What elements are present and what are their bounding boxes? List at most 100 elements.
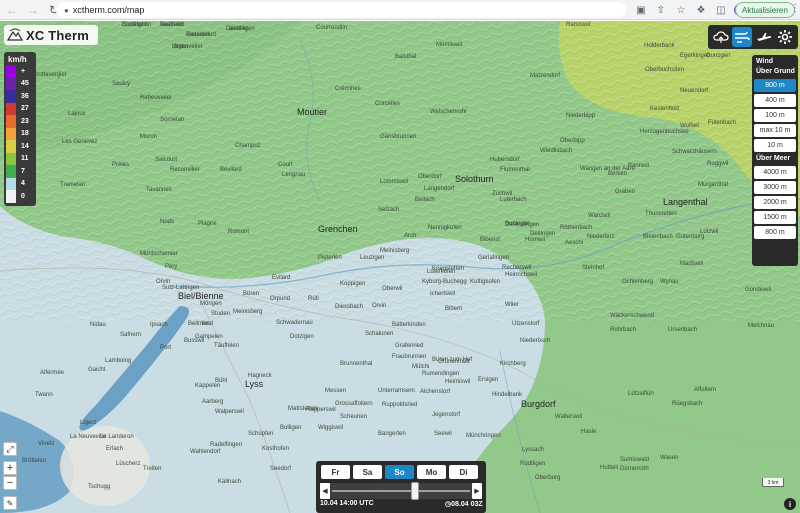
share-icon[interactable]: ⇧ bbox=[654, 3, 668, 17]
place-label: Tramelan bbox=[60, 182, 86, 188]
airplane-icon[interactable] bbox=[754, 27, 774, 47]
browser-actions: ▣ ⇧ ☆ ❖ ◫ A bbox=[634, 3, 746, 17]
place-label: Saulcy bbox=[112, 81, 131, 87]
city-label: Langenthal bbox=[663, 197, 708, 207]
place-label: Pieterlen bbox=[318, 255, 342, 261]
place-label: Roggwil bbox=[707, 161, 729, 167]
place-label: Twann bbox=[35, 392, 53, 398]
city-label: Lyss bbox=[245, 379, 264, 389]
agl-level-button[interactable]: max 10 m bbox=[754, 124, 796, 137]
amsl-level-button[interactable]: 800 m bbox=[754, 226, 796, 239]
browser-menu-icon[interactable]: ⋮ bbox=[790, 3, 800, 14]
place-label: Rüegsbach bbox=[672, 401, 703, 407]
place-label: Ligerz bbox=[80, 420, 97, 426]
place-label: Lüsslingen bbox=[226, 26, 255, 32]
timeline-place-label: Zollikofen bbox=[372, 482, 407, 491]
legend-label: 11 bbox=[21, 155, 29, 163]
address-bar[interactable]: ● xctherm.com/map bbox=[56, 2, 626, 18]
place-label: Huttwil bbox=[600, 465, 619, 471]
extensions-icon[interactable]: ❖ bbox=[694, 3, 708, 17]
place-label: Langendorf bbox=[424, 186, 455, 192]
place-label: Bibern bbox=[445, 306, 463, 312]
place-label: Mattstetten bbox=[288, 406, 318, 412]
place-label: Niederönz bbox=[587, 234, 615, 240]
site-info-icon[interactable]: ● bbox=[64, 6, 69, 15]
place-label: Unterramsern bbox=[378, 388, 415, 394]
install-app-icon[interactable]: ▣ bbox=[634, 3, 648, 17]
day-tab-di[interactable]: Di bbox=[449, 465, 478, 479]
city-label: Moutier bbox=[297, 107, 328, 117]
place-label: Studen bbox=[211, 311, 231, 317]
place-label: Aarberg bbox=[202, 399, 224, 405]
amsl-level-button[interactable]: 2000 m bbox=[754, 196, 796, 209]
wind-icon[interactable] bbox=[732, 27, 753, 47]
place-label: Berken bbox=[608, 171, 628, 177]
place-label: Dotzigen bbox=[290, 334, 314, 340]
wind-map[interactable]: Moutier Solothurn Grenchen Langenthal Bi… bbox=[0, 21, 800, 513]
info-icon[interactable]: i bbox=[784, 498, 796, 510]
zoom-in-button[interactable]: + bbox=[3, 461, 17, 475]
place-label: Matzendorf bbox=[530, 73, 561, 79]
wind-panel-title: Wind bbox=[756, 58, 774, 65]
place-label: Pieterlen bbox=[186, 32, 210, 38]
amsl-level-button[interactable]: 3000 m bbox=[754, 181, 796, 194]
place-label: Courrendlin bbox=[316, 25, 348, 31]
place-label: Leuzigen bbox=[360, 255, 385, 261]
edit-pencil-icon[interactable]: ✎ bbox=[3, 496, 17, 510]
legend-label: 18 bbox=[21, 130, 29, 138]
place-label: Meinisberg bbox=[233, 309, 263, 315]
place-label: Wiedlisbach bbox=[540, 148, 573, 154]
agl-heading: Über Grund bbox=[756, 68, 795, 75]
place-label: Ursenbach bbox=[668, 327, 698, 333]
forward-icon[interactable]: → bbox=[24, 1, 42, 19]
fullscreen-button[interactable]: ⤢ bbox=[3, 442, 17, 456]
legend-swatch bbox=[6, 90, 16, 103]
place-label: Holderbank bbox=[644, 43, 675, 49]
amsl-level-button[interactable]: 4000 m bbox=[754, 166, 796, 179]
place-label: Orpund bbox=[270, 296, 291, 302]
place-label: Hubersdorf bbox=[490, 157, 520, 163]
agl-level-button[interactable]: 800 m bbox=[754, 79, 796, 92]
place-label: Wynau bbox=[660, 279, 679, 285]
agl-level-button[interactable]: 400 m bbox=[754, 94, 796, 107]
timeline-start-button[interactable]: ◀ bbox=[320, 483, 330, 499]
back-icon[interactable]: ← bbox=[3, 1, 21, 19]
amsl-level-button[interactable]: 1500 m bbox=[754, 211, 796, 224]
place-label: Alchenstorf bbox=[420, 389, 451, 395]
place-label: Reconvilier bbox=[170, 167, 200, 173]
gear-icon[interactable] bbox=[775, 27, 795, 47]
place-label: Niederösch bbox=[520, 338, 551, 344]
logo-mark-icon bbox=[7, 28, 23, 41]
timeline-end-button[interactable]: ▶ bbox=[472, 483, 482, 499]
place-label: Gunzgen bbox=[706, 53, 731, 59]
url-text: xctherm.com/map bbox=[72, 5, 145, 15]
place-label: Tavannes bbox=[146, 187, 172, 193]
zoom-out-button[interactable]: − bbox=[3, 476, 17, 490]
agl-level-button[interactable]: 10 m bbox=[754, 139, 796, 152]
day-tab-mo[interactable]: Mo bbox=[417, 465, 446, 479]
place-label: Champoz bbox=[235, 143, 261, 149]
xctherm-logo[interactable]: XC Therm bbox=[4, 25, 98, 45]
timeline-slider-handle[interactable] bbox=[410, 482, 419, 500]
place-label: Seewil bbox=[434, 431, 452, 437]
agl-level-button[interactable]: 100 m bbox=[754, 109, 796, 122]
bookmark-star-icon[interactable]: ☆ bbox=[674, 3, 688, 17]
cloud-thermal-icon[interactable] bbox=[711, 27, 731, 47]
place-label: Dürrenroth bbox=[620, 466, 649, 472]
place-label: Aeschi bbox=[565, 240, 584, 246]
place-label: Meinisberg bbox=[380, 248, 410, 254]
place-label: Bühl bbox=[215, 378, 228, 384]
update-browser-button[interactable]: Aktualisieren bbox=[735, 2, 795, 18]
legend-swatch bbox=[6, 152, 16, 165]
place-label: Court bbox=[278, 162, 293, 168]
day-tab-sa[interactable]: Sa bbox=[353, 465, 382, 479]
place-label: Wasen bbox=[660, 455, 679, 461]
side-panel-icon[interactable]: ◫ bbox=[714, 3, 728, 17]
place-label: Heinrichswil bbox=[505, 272, 538, 278]
place-label: Wäckerschwend bbox=[610, 313, 655, 319]
day-tab-so[interactable]: So bbox=[385, 465, 414, 479]
place-label: Oberwil bbox=[382, 286, 403, 292]
place-label: Evilard bbox=[272, 275, 291, 281]
legend-row: 14 bbox=[6, 140, 34, 153]
day-tab-fr[interactable]: Fr bbox=[321, 465, 350, 479]
